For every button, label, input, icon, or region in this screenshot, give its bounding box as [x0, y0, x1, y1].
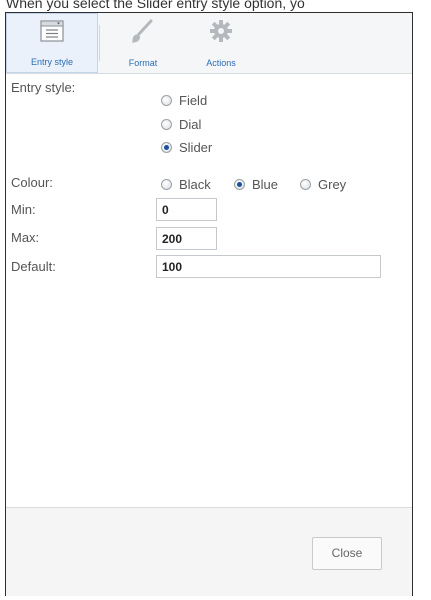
gear-icon [210, 20, 232, 42]
form-area: Entry style: Field Dial Slider Colour: B… [6, 74, 412, 507]
radio-label-blue: Blue [252, 177, 279, 192]
radio-label-slider: Slider [179, 140, 213, 155]
radio-label-black: Black [179, 177, 211, 192]
min-label: Min: [11, 202, 36, 217]
colour-blue-radio[interactable]: Blue [234, 177, 278, 192]
footer: Close [6, 507, 412, 596]
radio-label-grey: Grey [318, 177, 347, 192]
entry-style-panel: Entry style Format Actions Entry style: … [5, 12, 413, 596]
radio-label-dial: Dial [179, 117, 202, 132]
entry-style-tab[interactable]: Entry style [6, 13, 98, 73]
radio-label-field: Field [179, 93, 208, 108]
min-input[interactable]: 0 [156, 198, 217, 221]
radio-button[interactable] [300, 179, 311, 190]
radio-button[interactable] [161, 179, 172, 190]
entry-style-field-radio[interactable]: Field [161, 93, 207, 108]
colour-black-radio[interactable]: Black [161, 177, 211, 192]
entry-style-tab-label: Entry style [30, 57, 73, 67]
entry-style-icon [40, 20, 64, 42]
format-tab-label: Format [128, 58, 158, 68]
toolbar-separator [99, 25, 100, 61]
radio-button-selected[interactable] [161, 142, 172, 153]
colour-grey-radio[interactable]: Grey [300, 177, 346, 192]
close-button[interactable]: Close [312, 537, 382, 570]
entry-style-label: Entry style: [11, 80, 76, 95]
actions-tab[interactable]: Actions [193, 13, 249, 73]
radio-button[interactable] [161, 95, 172, 106]
caption-text: When you select the Slider entry style o… [6, 0, 305, 11]
entry-style-dial-radio[interactable]: Dial [161, 117, 201, 132]
default-input[interactable]: 100 [156, 255, 381, 278]
max-label: Max: [11, 230, 40, 245]
actions-tab-label: Actions [206, 58, 236, 68]
max-input[interactable]: 200 [156, 227, 217, 250]
radio-button[interactable] [161, 119, 172, 130]
toolbar: Entry style Format Actions [6, 13, 412, 74]
radio-button-selected[interactable] [234, 179, 245, 190]
format-tab[interactable]: Format [119, 13, 167, 73]
default-label: Default: [11, 259, 56, 274]
colour-label: Colour: [11, 175, 53, 190]
entry-style-slider-radio[interactable]: Slider [161, 140, 212, 155]
brush-icon [132, 19, 153, 43]
